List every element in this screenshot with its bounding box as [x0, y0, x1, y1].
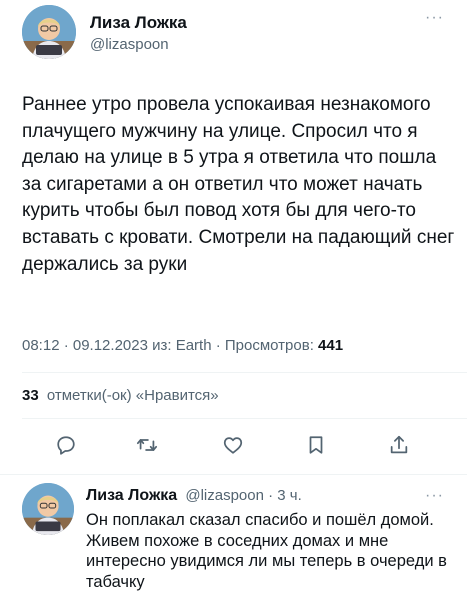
share-button[interactable]	[386, 432, 412, 458]
author-name[interactable]: Лиза Ложка	[90, 13, 187, 33]
author-avatar[interactable]	[22, 5, 76, 59]
reply-author-avatar[interactable]	[22, 483, 74, 535]
heart-icon	[223, 437, 243, 454]
tweet-timestamp-source: 08:12 · 09.12.2023 из: Earth · Просмотро…	[22, 337, 314, 354]
retweet-button[interactable]	[134, 432, 160, 458]
share-icon	[390, 435, 408, 454]
reply-text: Он поплакал сказал спасибо и пошёл домой…	[86, 511, 447, 591]
divider	[22, 372, 467, 373]
like-button[interactable]	[220, 432, 246, 458]
avatar-image	[22, 483, 74, 535]
reply-author-name[interactable]: Лиза Ложка	[86, 487, 177, 504]
likes-count: 33	[22, 387, 39, 404]
tweet-text: Раннее утро провела успокаивая незнакомо…	[22, 94, 455, 275]
reply-icon	[57, 436, 75, 455]
more-options-icon[interactable]: ···	[425, 488, 444, 504]
reply-handle-time[interactable]: @lizaspoon · 3 ч.	[185, 487, 301, 504]
views-count[interactable]: 441	[318, 337, 343, 354]
avatar-image	[22, 5, 76, 59]
divider	[0, 474, 467, 475]
bookmark-icon	[309, 436, 323, 454]
divider	[22, 418, 467, 419]
tweet-meta: 08:12 · 09.12.2023 из: Earth · Просмотро…	[22, 337, 343, 354]
reply-header: Лиза Ложка @lizaspoon · 3 ч.	[86, 487, 302, 505]
likes-label: отметки(-ок) «Нравится»	[46, 387, 219, 404]
bookmark-button[interactable]	[303, 432, 329, 458]
author-handle[interactable]: @lizaspoon	[90, 36, 169, 53]
retweet-icon	[136, 439, 158, 451]
reply-button[interactable]	[53, 432, 79, 458]
more-options-icon[interactable]: ···	[425, 10, 444, 26]
likes-summary[interactable]: 33 отметки(-ок) «Нравится»	[22, 387, 219, 404]
